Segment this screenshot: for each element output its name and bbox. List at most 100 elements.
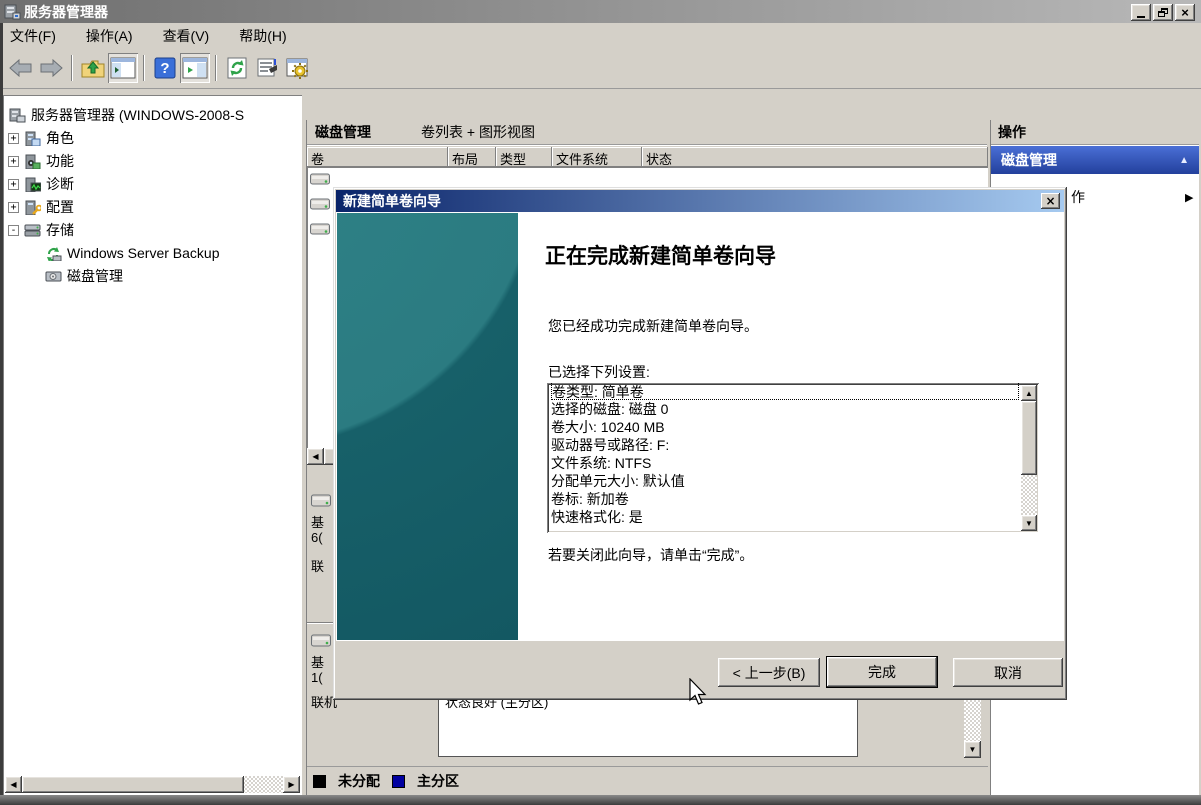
expand-icon[interactable]: + bbox=[8, 179, 19, 190]
tree-item-label: 诊断 bbox=[46, 174, 74, 194]
show-console-tree-icon[interactable] bbox=[108, 53, 138, 83]
menu-help[interactable]: 帮助(H) bbox=[239, 26, 286, 46]
settings-item[interactable]: 卷类型: 简单卷 bbox=[551, 383, 1019, 400]
minimize-button[interactable] bbox=[1131, 4, 1151, 21]
storage-icon bbox=[24, 223, 41, 238]
tree-root-label: 服务器管理器 (WINDOWS-2008-S bbox=[31, 105, 244, 125]
tree-item-label: 功能 bbox=[46, 151, 74, 171]
cancel-button[interactable]: 取消 bbox=[953, 658, 1063, 687]
window-titlebar: 服务器管理器 × bbox=[0, 0, 1201, 23]
disk1-type-fragment: 基 bbox=[311, 512, 324, 531]
disk-management-icon bbox=[45, 269, 62, 284]
expand-icon[interactable]: + bbox=[8, 133, 19, 144]
scroll-left-icon[interactable]: ◀ bbox=[307, 448, 324, 465]
column-filesystem[interactable]: 文件系统 bbox=[552, 147, 642, 167]
volume-icon bbox=[310, 198, 330, 211]
up-one-level-icon[interactable] bbox=[78, 53, 108, 83]
disk2-size-fragment: 1( bbox=[311, 670, 323, 685]
toolbar-separator bbox=[71, 55, 73, 81]
scroll-up-icon[interactable]: ▲ bbox=[1021, 385, 1037, 401]
back-button[interactable]: < 上一步(B) bbox=[718, 658, 820, 687]
primary-partition-color-swatch bbox=[392, 775, 405, 788]
wizard-body: 正在完成新建简单卷向导 您已经成功完成新建简单卷向导。 已选择下列设置: 卷类型… bbox=[336, 212, 1064, 641]
legend-unallocated-label: 未分配 bbox=[338, 771, 380, 791]
show-action-pane-icon[interactable] bbox=[180, 53, 210, 83]
console-tree: 服务器管理器 (WINDOWS-2008-S + 角色 + 功能 + 诊断 + … bbox=[3, 95, 302, 795]
actions-section-label: 磁盘管理 bbox=[1001, 150, 1057, 170]
disk1-size-fragment: 6( bbox=[311, 530, 323, 545]
column-layout[interactable]: 布局 bbox=[448, 147, 496, 167]
settings-item[interactable]: 文件系统: NTFS bbox=[551, 454, 1019, 472]
tree-item-roles[interactable]: + 角色 bbox=[8, 128, 74, 148]
tree-item-label: 存储 bbox=[46, 220, 74, 240]
scroll-down-icon[interactable]: ▼ bbox=[1021, 515, 1037, 531]
scroll-right-icon[interactable]: ▶ bbox=[283, 776, 300, 793]
backup-icon bbox=[45, 246, 62, 261]
minimize-icon bbox=[1137, 16, 1145, 18]
settings-listbox[interactable]: 卷类型: 简单卷 选择的磁盘: 磁盘 0 卷大小: 10240 MB 驱动器号或… bbox=[547, 383, 1039, 533]
tree-root-server-manager[interactable]: 服务器管理器 (WINDOWS-2008-S bbox=[9, 105, 244, 125]
new-simple-volume-wizard: 新建简单卷向导 × 正在完成新建简单卷向导 您已经成功完成新建简单卷向导。 已选… bbox=[333, 187, 1067, 700]
unallocated-color-swatch bbox=[313, 775, 326, 788]
actions-section-disk-management[interactable]: 磁盘管理 ▲ bbox=[991, 146, 1199, 174]
menu-file[interactable]: 文件(F) bbox=[10, 26, 56, 46]
tree-item-windows-server-backup[interactable]: Windows Server Backup bbox=[45, 243, 220, 263]
tree-item-features[interactable]: + 功能 bbox=[8, 151, 74, 171]
window-bottom-edge bbox=[0, 795, 1201, 805]
column-type[interactable]: 类型 bbox=[496, 147, 552, 167]
collapse-section-icon[interactable]: ▲ bbox=[1179, 155, 1189, 166]
wizard-closing-text: 若要关闭此向导，请单击“完成”。 bbox=[548, 545, 753, 565]
refresh-icon[interactable] bbox=[222, 53, 252, 83]
expand-icon[interactable]: + bbox=[8, 202, 19, 213]
disk-icon bbox=[311, 494, 331, 507]
tree-item-configuration[interactable]: + 配置 bbox=[8, 197, 74, 217]
expand-icon[interactable]: + bbox=[8, 156, 19, 167]
console-options-icon[interactable] bbox=[282, 53, 312, 83]
settings-item[interactable]: 分配单元大小: 默认值 bbox=[551, 472, 1019, 490]
back-icon[interactable] bbox=[6, 53, 36, 83]
export-list-icon[interactable] bbox=[252, 53, 282, 83]
forward-icon[interactable] bbox=[36, 53, 66, 83]
restore-button[interactable] bbox=[1153, 4, 1173, 21]
menu-action[interactable]: 操作(A) bbox=[86, 26, 133, 46]
scroll-down-icon[interactable]: ▼ bbox=[964, 741, 981, 758]
settings-vscrollbar[interactable]: ▲ ▼ bbox=[1021, 385, 1037, 531]
menu-view[interactable]: 查看(V) bbox=[163, 26, 210, 46]
window-title: 服务器管理器 bbox=[24, 2, 108, 22]
server-manager-icon bbox=[9, 108, 26, 123]
more-actions-expand-icon[interactable]: ▶ bbox=[1185, 191, 1193, 204]
disk1-status-fragment: 联 bbox=[311, 556, 324, 575]
settings-item[interactable]: 驱动器号或路径: F: bbox=[551, 436, 1019, 454]
column-volume[interactable]: 卷 bbox=[307, 147, 448, 167]
actions-header: 操作 bbox=[991, 120, 1199, 145]
help-icon[interactable]: ? bbox=[150, 53, 180, 83]
scroll-thumb[interactable] bbox=[22, 776, 244, 793]
wizard-close-button[interactable]: × bbox=[1041, 193, 1060, 209]
diagnostics-icon bbox=[24, 177, 41, 192]
disk-icon bbox=[311, 634, 331, 647]
tree-item-disk-management[interactable]: 磁盘管理 bbox=[45, 266, 123, 286]
scroll-thumb[interactable] bbox=[1021, 401, 1037, 475]
close-button[interactable]: × bbox=[1175, 4, 1195, 21]
volume-list-header: 卷 布局 类型 文件系统 状态 bbox=[307, 147, 988, 167]
window-left-edge bbox=[0, 23, 3, 795]
tree-hscrollbar[interactable]: ◀ ▶ bbox=[5, 776, 300, 793]
column-status[interactable]: 状态 bbox=[642, 147, 988, 167]
collapse-icon[interactable]: - bbox=[8, 225, 19, 236]
pane-header: 磁盘管理 卷列表 + 图形视图 bbox=[307, 120, 987, 145]
tree-item-label: 角色 bbox=[46, 128, 74, 148]
tree-item-diagnostics[interactable]: + 诊断 bbox=[8, 174, 74, 194]
svg-text:?: ? bbox=[160, 60, 169, 77]
toolbar: ? bbox=[0, 48, 1201, 89]
finish-button[interactable]: 完成 bbox=[826, 656, 938, 688]
settings-item[interactable]: 卷标: 新加卷 bbox=[551, 490, 1019, 508]
tree-item-storage[interactable]: - 存储 bbox=[8, 220, 74, 240]
roles-icon bbox=[24, 131, 41, 146]
tree-item-label: 磁盘管理 bbox=[67, 266, 123, 286]
settings-item[interactable]: 卷大小: 10240 MB bbox=[551, 418, 1019, 436]
settings-item[interactable]: 选择的磁盘: 磁盘 0 bbox=[551, 400, 1019, 418]
scroll-left-icon[interactable]: ◀ bbox=[5, 776, 22, 793]
pane-view-label: 卷列表 + 图形视图 bbox=[421, 122, 535, 142]
settings-item[interactable]: 快速格式化: 是 bbox=[551, 508, 1019, 526]
legend-primary-label: 主分区 bbox=[417, 771, 459, 791]
